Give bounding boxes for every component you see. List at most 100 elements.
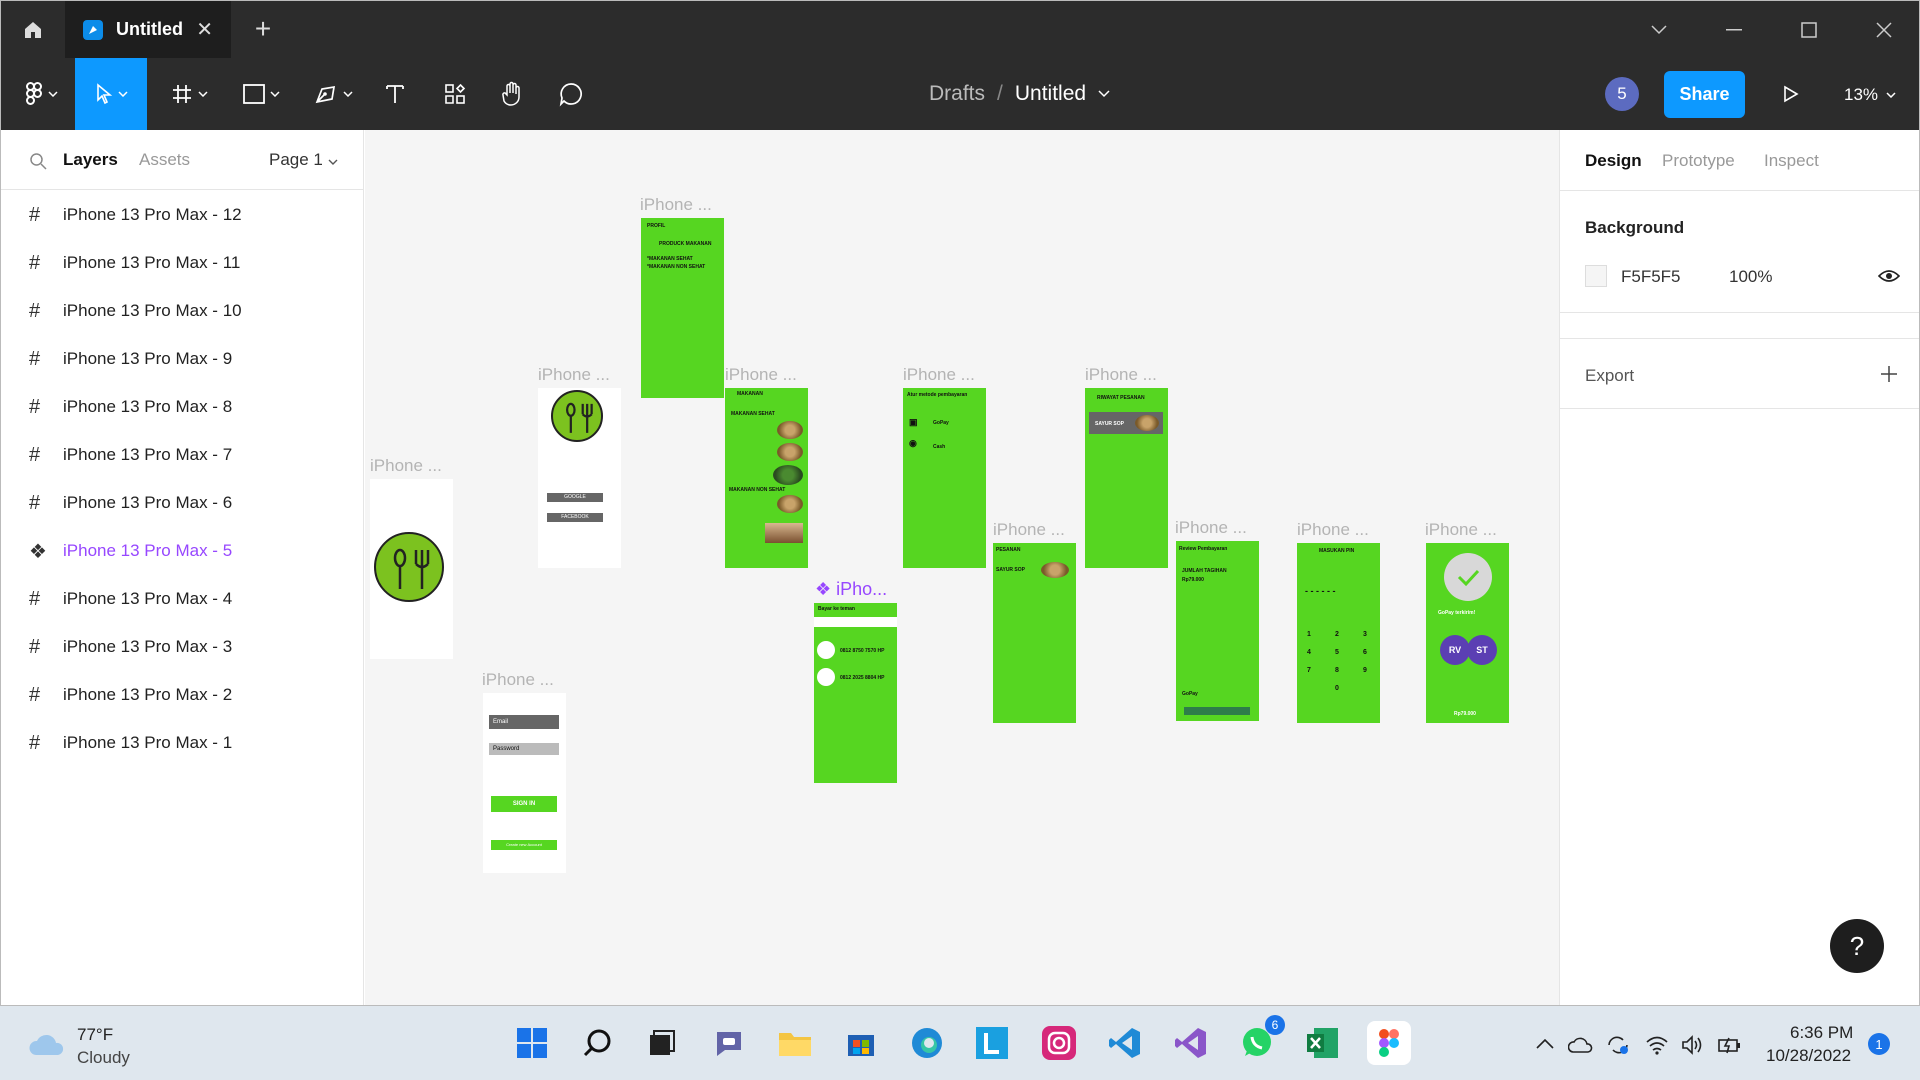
search-icon[interactable] <box>29 152 47 170</box>
file-name[interactable]: Untitled <box>1015 82 1086 106</box>
collaborator-avatar[interactable]: 5 <box>1605 77 1639 111</box>
l-app-button[interactable] <box>970 1021 1014 1065</box>
components-icon <box>445 83 466 104</box>
figma-button[interactable] <box>1367 1021 1411 1065</box>
eye-icon[interactable] <box>1878 268 1900 284</box>
frame-login[interactable]: Email Password SIGN IN Create new Accoun… <box>483 693 566 873</box>
frame-pin[interactable]: MASUKAN PIN - - - - - - 1 2 3 4 5 6 7 8 9 0 <box>1297 543 1380 723</box>
move-tool[interactable] <box>75 58 147 130</box>
layer-item[interactable]: # iPhone 13 Pro Max - 3 <box>1 623 364 671</box>
volume-icon[interactable] <box>1681 1035 1705 1055</box>
battery-icon[interactable] <box>1717 1035 1743 1055</box>
frame-label[interactable]: iPhone ... <box>725 365 797 385</box>
shape-tool[interactable] <box>233 58 289 130</box>
layer-item[interactable]: # iPhone 13 Pro Max - 2 <box>1 671 364 719</box>
frame-produk[interactable]: PROFIL PRODUCK MAKANAN *MAKANAN SEHAT *M… <box>641 218 724 398</box>
help-button[interactable]: ? <box>1830 919 1884 973</box>
instagram-button[interactable] <box>1037 1021 1081 1065</box>
maximize-button[interactable] <box>1771 1 1846 58</box>
frame-label[interactable]: iPhone ... <box>538 365 610 385</box>
frame-label[interactable]: iPhone ... <box>640 195 712 215</box>
chevron-down-icon[interactable] <box>1621 1 1696 58</box>
frame-splash[interactable] <box>370 479 453 659</box>
close-window-button[interactable] <box>1846 1 1919 58</box>
layer-item[interactable]: # iPhone 13 Pro Max - 9 <box>1 335 364 383</box>
frame-bayar[interactable]: Bayar ke teman 0812 8750 7570 HP 0812 20… <box>814 603 897 783</box>
component-label[interactable]: ❖ iPho... <box>815 579 887 600</box>
tab-assets[interactable]: Assets <box>139 150 190 170</box>
share-button[interactable]: Share <box>1664 71 1745 118</box>
start-button[interactable] <box>510 1021 554 1065</box>
chevron-down-icon[interactable] <box>1098 90 1110 98</box>
tab-design[interactable]: Design <box>1585 151 1642 171</box>
present-button[interactable] <box>1771 58 1811 130</box>
main-menu-button[interactable] <box>11 58 71 130</box>
frame-tool[interactable] <box>161 58 217 130</box>
frame-success[interactable]: GoPay terkirim! RV ST Rp79.000 <box>1426 543 1509 723</box>
breadcrumb-drafts[interactable]: Drafts <box>929 82 985 106</box>
excel-button[interactable] <box>1301 1021 1345 1065</box>
chevron-up-icon[interactable] <box>1536 1039 1554 1049</box>
frame-review[interactable]: Review Pembayaran JUMLAH TAGIHAN Rp79.00… <box>1176 541 1259 721</box>
layer-item[interactable]: # iPhone 13 Pro Max - 4 <box>1 575 364 623</box>
home-button[interactable] <box>1 1 65 58</box>
frame-label[interactable]: iPhone ... <box>993 520 1065 540</box>
add-export-icon[interactable] <box>1880 365 1898 383</box>
layer-item[interactable]: # iPhone 13 Pro Max - 8 <box>1 383 364 431</box>
layer-item[interactable]: # iPhone 13 Pro Max - 1 <box>1 719 364 767</box>
frame-label[interactable]: iPhone ... <box>1085 365 1157 385</box>
minimize-button[interactable] <box>1696 1 1771 58</box>
frame-social-login[interactable]: GOOGLE FACEBOOK <box>538 388 621 568</box>
vscode-button[interactable] <box>1103 1021 1147 1065</box>
resources-tool[interactable] <box>435 58 475 130</box>
frame-label[interactable]: iPhone ... <box>1175 518 1247 538</box>
file-explorer-button[interactable] <box>773 1021 817 1065</box>
teams-button[interactable] <box>707 1021 751 1065</box>
frame-pesanan[interactable]: PESANAN SAYUR SOP <box>993 543 1076 723</box>
task-view-button[interactable] <box>640 1021 684 1065</box>
tab-inspect[interactable]: Inspect <box>1764 151 1819 171</box>
onedrive-icon[interactable] <box>1568 1036 1594 1054</box>
new-tab-button[interactable]: + <box>245 11 281 47</box>
layer-item[interactable]: # iPhone 13 Pro Max - 12 <box>1 191 364 239</box>
pen-tool[interactable] <box>305 58 361 130</box>
design-canvas[interactable]: iPhone ... iPhone ... Email Password SIG… <box>365 130 1559 1005</box>
notification-count[interactable]: 1 <box>1868 1033 1890 1055</box>
frame-payment-method[interactable]: Atur metode pembayaran ▣ GoPay ◉ Cash <box>903 388 986 568</box>
background-hex-input[interactable]: F5F5F5 <box>1621 267 1681 287</box>
background-swatch[interactable] <box>1585 265 1607 287</box>
frame-label[interactable]: iPhone ... <box>370 456 442 476</box>
clock-time[interactable]: 6:36 PM <box>1790 1023 1853 1043</box>
tab-layers[interactable]: Layers <box>63 150 118 170</box>
frame-label[interactable]: iPhone ... <box>482 670 554 690</box>
weather-temp[interactable]: 77°F <box>77 1025 113 1045</box>
layer-item[interactable]: # iPhone 13 Pro Max - 7 <box>1 431 364 479</box>
frame-label[interactable]: iPhone ... <box>1297 520 1369 540</box>
store-button[interactable] <box>839 1021 883 1065</box>
comment-tool[interactable] <box>551 58 591 130</box>
background-opacity-input[interactable]: 100% <box>1729 267 1772 287</box>
frame-menu[interactable]: MAKANAN MAKANAN SEHAT MAKANAN NON SEHAT <box>725 388 808 568</box>
search-button[interactable] <box>575 1021 619 1065</box>
weather-desc[interactable]: Cloudy <box>77 1048 130 1068</box>
frame-riwayat[interactable]: RIWAYAT PESANAN SAYUR SOP <box>1085 388 1168 568</box>
tab-prototype[interactable]: Prototype <box>1662 151 1735 171</box>
sync-icon[interactable] <box>1605 1033 1631 1057</box>
wifi-icon[interactable] <box>1645 1035 1669 1055</box>
visual-studio-button[interactable] <box>1169 1021 1213 1065</box>
whatsapp-button[interactable]: 6 <box>1235 1015 1285 1065</box>
text-tool[interactable] <box>377 58 413 130</box>
zoom-dropdown[interactable]: 13% <box>1844 71 1896 118</box>
layer-item[interactable]: # iPhone 13 Pro Max - 6 <box>1 479 364 527</box>
frame-label[interactable]: iPhone ... <box>1425 520 1497 540</box>
layer-item[interactable]: # iPhone 13 Pro Max - 10 <box>1 287 364 335</box>
page-selector[interactable]: Page 1 <box>269 150 338 170</box>
layer-item[interactable]: ❖ iPhone 13 Pro Max - 5 <box>1 527 364 575</box>
clock-date[interactable]: 10/28/2022 <box>1766 1046 1851 1066</box>
frame-label[interactable]: iPhone ... <box>903 365 975 385</box>
edge-button[interactable] <box>905 1021 949 1065</box>
close-tab-icon[interactable]: ✕ <box>196 17 213 42</box>
file-tab[interactable]: Untitled ✕ <box>65 1 231 58</box>
layer-item[interactable]: # iPhone 13 Pro Max - 11 <box>1 239 364 287</box>
hand-tool[interactable] <box>492 58 532 130</box>
